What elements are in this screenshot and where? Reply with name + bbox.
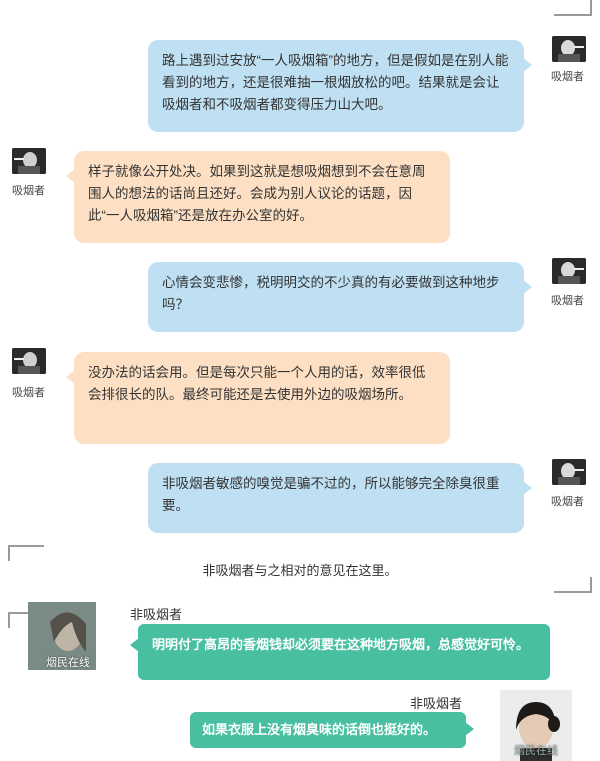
corner-bracket-bottom-right	[554, 577, 592, 593]
smoker-avatar	[12, 348, 46, 374]
nonsmoker-photo-woman-2: 烟民在线	[500, 690, 572, 761]
speaker-name: 吸烟者	[12, 387, 45, 399]
chat-bubble-text: 没办法的话会用。但是每次只能一个人用的话，效率很低会排很长的队。最终可能还是去使…	[88, 365, 426, 402]
speaker-name: 吸烟者	[551, 295, 584, 307]
watermark: 烟民在线	[46, 657, 90, 669]
chat-bubble-smoker-2: 样子就像公开处决。如果到这就是想吸烟想到不会在意周围人的想法的话尚且还好。会成为…	[66, 151, 450, 243]
chat-bubble-text: 路上遇到过安放“一人吸烟箱”的地方，但是假如是在别人能看到的地方，还是很难抽一根…	[162, 53, 509, 112]
speaker-name: 非吸烟者	[130, 607, 183, 622]
chat-bubble-text: 如果衣服上没有烟臭味的话倒也挺好的。	[202, 722, 437, 737]
section-title: 非吸烟者与之相对的意见在这里。	[202, 563, 398, 578]
speaker-name: 吸烟者	[551, 71, 584, 83]
nonsmoker-photo-woman: 烟民在线	[28, 602, 96, 670]
corner-bracket-top-right	[554, 0, 592, 16]
speaker-name: 吸烟者	[12, 185, 45, 197]
speaker-name: 非吸烟者	[410, 696, 463, 711]
chat-bubble-smoker-5: 非吸烟者敏感的嗅觉是骗不过的，所以能够完全除臭很重要。	[148, 463, 532, 533]
chat-bubble-text: 心情会变悲惨，税明明交的不少真的有必要做到这种地步吗？	[162, 275, 500, 312]
chat-bubble-smoker-4: 没办法的话会用。但是每次只能一个人用的话，效率很低会排很长的队。最终可能还是去使…	[66, 352, 450, 444]
smoker-avatar	[552, 459, 586, 485]
watermark: 烟民在线	[514, 745, 558, 757]
speaker-name: 吸烟者	[551, 496, 584, 508]
chat-bubble-text: 样子就像公开处决。如果到这就是想吸烟想到不会在意周围人的想法的话尚且还好。会成为…	[88, 164, 426, 223]
corner-bracket-top-left	[8, 545, 44, 561]
chat-bubble-nonsmoker-2: 如果衣服上没有烟臭味的话倒也挺好的。	[190, 712, 474, 748]
smoker-avatar	[552, 258, 586, 284]
chat-bubble-smoker-1: 路上遇到过安放“一人吸烟箱”的地方，但是假如是在别人能看到的地方，还是很难抽一根…	[148, 40, 532, 132]
chat-bubble-smoker-3: 心情会变悲惨，税明明交的不少真的有必要做到这种地步吗？	[148, 262, 532, 332]
smoker-avatar	[12, 148, 46, 174]
chat-bubble-nonsmoker-1: 明明付了高昂的香烟钱却必须要在这种地方吸烟，总感觉好可怜。	[130, 624, 550, 680]
smoker-avatar	[552, 36, 586, 62]
chat-bubble-text: 非吸烟者敏感的嗅觉是骗不过的，所以能够完全除臭很重要。	[162, 476, 500, 513]
chat-bubble-text: 明明付了高昂的香烟钱却必须要在这种地方吸烟，总感觉好可怜。	[152, 637, 530, 652]
